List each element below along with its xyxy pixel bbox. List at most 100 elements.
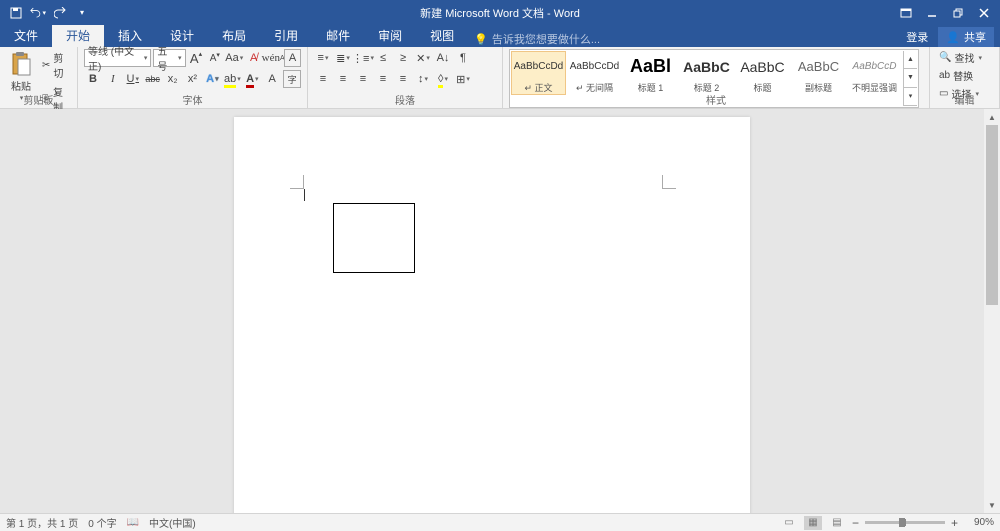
tab-view[interactable]: 视图 — [416, 24, 468, 47]
tab-layout[interactable]: 布局 — [208, 24, 260, 47]
increase-indent-button[interactable]: ≥ — [394, 49, 412, 67]
zoom-knob[interactable] — [899, 518, 905, 527]
proofing-icon[interactable]: 📖 — [127, 517, 139, 528]
zoom-level[interactable]: 90% — [964, 517, 994, 528]
group-label-paragraph: 段落 — [308, 92, 502, 107]
style-item-5[interactable]: AaBbC副标题 — [791, 51, 846, 95]
character-border-button[interactable]: A — [284, 49, 301, 67]
distributed-button[interactable]: ≡ — [394, 70, 412, 88]
word-count[interactable]: 0 个字 — [88, 515, 116, 530]
login-button[interactable]: 登录 — [898, 27, 936, 47]
style-scroll-up[interactable]: ▲ — [904, 51, 917, 69]
line-spacing-button[interactable]: ↕▾ — [414, 70, 432, 88]
ribbon-group-paragraph: ≡▾ ≣▾ ⋮≡▾ ≤ ≥ ✕▾ A↓ ¶ ≡ ≡ ≡ ≡ ≡ ↕▾ ◊▾ ⊞▾… — [308, 47, 503, 108]
rectangle-shape[interactable] — [333, 203, 415, 273]
read-mode-button[interactable]: ▭ — [780, 516, 798, 530]
align-left-button[interactable]: ≡ — [314, 70, 332, 88]
scissors-icon: ✂ — [42, 60, 50, 71]
numbering-button[interactable]: ≣▾ — [334, 49, 352, 67]
lightbulb-icon: 💡 — [474, 33, 488, 46]
ribbon-options-icon[interactable] — [894, 3, 918, 23]
enclose-characters-button[interactable]: 字 — [283, 70, 301, 88]
subscript-button[interactable]: x₂ — [164, 70, 182, 88]
font-name-combo[interactable]: 等线 (中文正)▾ — [84, 49, 151, 67]
tab-review[interactable]: 审阅 — [364, 24, 416, 47]
font-size-combo[interactable]: 五号▾ — [153, 49, 185, 67]
scroll-thumb[interactable] — [986, 125, 998, 305]
style-item-0[interactable]: AaBbCcDd↵ 正文 — [511, 51, 566, 95]
tab-mailings[interactable]: 邮件 — [312, 24, 364, 47]
zoom-slider[interactable] — [865, 521, 945, 524]
multilevel-list-button[interactable]: ⋮≡▾ — [354, 49, 372, 67]
save-icon[interactable] — [8, 5, 24, 21]
justify-button[interactable]: ≡ — [374, 70, 392, 88]
phonetic-guide-button[interactable]: wénA — [264, 49, 282, 67]
shrink-font-button[interactable]: A▾ — [206, 49, 223, 67]
ribbon-group-font: 等线 (中文正)▾ 五号▾ A▴ A▾ Aa▾ A̸ wénA A B I U▾… — [78, 47, 308, 108]
asian-layout-button[interactable]: ✕▾ — [414, 49, 432, 67]
text-effects-button[interactable]: A▾ — [203, 70, 221, 88]
tab-file[interactable]: 文件 — [0, 24, 52, 47]
zoom-out-button[interactable]: − — [852, 516, 859, 530]
align-center-button[interactable]: ≡ — [334, 70, 352, 88]
scroll-down-button[interactable]: ▼ — [984, 497, 1000, 513]
replace-button[interactable]: ab替换 — [936, 67, 985, 84]
align-right-button[interactable]: ≡ — [354, 70, 372, 88]
show-marks-button[interactable]: ¶ — [454, 49, 472, 67]
style-item-1[interactable]: AaBbCcDd↵ 无间隔 — [567, 51, 622, 95]
zoom-in-button[interactable]: + — [951, 516, 958, 530]
status-bar: 第 1 页，共 1 页 0 个字 📖 中文(中国) ▭ ▦ ▤ − + 90% — [0, 513, 1000, 531]
group-label-clipboard: 剪贴板 — [0, 92, 77, 107]
redo-icon[interactable] — [52, 5, 68, 21]
group-label-editing: 编辑 — [930, 92, 999, 107]
search-icon: 🔍 — [939, 52, 951, 63]
replace-icon: ab — [939, 70, 950, 81]
cursor-mark — [304, 189, 305, 201]
page-status[interactable]: 第 1 页，共 1 页 — [6, 515, 78, 530]
tell-me-search[interactable]: 💡告诉我您想要做什么... — [468, 31, 600, 47]
borders-button[interactable]: ⊞▾ — [454, 70, 472, 88]
document-area[interactable] — [0, 109, 984, 513]
strikethrough-button[interactable]: abc — [144, 70, 162, 88]
restore-icon[interactable] — [946, 3, 970, 23]
style-item-3[interactable]: AaBbC标题 2 — [679, 51, 734, 95]
highlight-color-button[interactable]: ab▾ — [223, 70, 241, 88]
cut-button[interactable]: ✂剪切 — [40, 49, 71, 81]
minimize-icon[interactable] — [920, 3, 944, 23]
decrease-indent-button[interactable]: ≤ — [374, 49, 392, 67]
style-item-2[interactable]: AaBl标题 1 — [623, 51, 678, 95]
window-controls — [894, 3, 1000, 23]
character-shading-button[interactable]: A — [263, 70, 281, 88]
share-button[interactable]: 👤共享 — [938, 27, 994, 47]
bullets-button[interactable]: ≡▾ — [314, 49, 332, 67]
font-color-button[interactable]: A▾ — [243, 70, 261, 88]
find-button[interactable]: 🔍查找▾ — [936, 49, 985, 66]
quick-access-toolbar: ▾ ▾ — [0, 5, 90, 21]
print-layout-button[interactable]: ▦ — [804, 516, 822, 530]
close-icon[interactable] — [972, 3, 996, 23]
grow-font-button[interactable]: A▴ — [188, 49, 205, 67]
web-layout-button[interactable]: ▤ — [828, 516, 846, 530]
tab-references[interactable]: 引用 — [260, 24, 312, 47]
style-item-4[interactable]: AaBbC标题 — [735, 51, 790, 95]
ribbon-group-clipboard: 粘贴 ▾ ✂剪切 ⎘复制 🖌格式刷 剪贴板 — [0, 47, 78, 108]
clear-formatting-button[interactable]: A̸ — [245, 49, 262, 67]
ribbon-group-styles: AaBbCcDd↵ 正文AaBbCcDd↵ 无间隔AaBl标题 1AaBbC标题… — [503, 47, 930, 108]
italic-button[interactable]: I — [104, 70, 122, 88]
qat-customize-icon[interactable]: ▾ — [74, 5, 90, 21]
undo-icon[interactable]: ▾ — [30, 5, 46, 21]
sort-button[interactable]: A↓ — [434, 49, 452, 67]
superscript-button[interactable]: x² — [184, 70, 202, 88]
shading-button[interactable]: ◊▾ — [434, 70, 452, 88]
paste-icon — [10, 51, 32, 77]
language-status[interactable]: 中文(中国) — [149, 515, 196, 530]
underline-button[interactable]: U▾ — [124, 70, 142, 88]
style-scroll-down[interactable]: ▼ — [904, 69, 917, 87]
scroll-up-button[interactable]: ▲ — [984, 109, 1000, 125]
change-case-button[interactable]: Aa▾ — [225, 49, 243, 67]
window-title: 新建 Microsoft Word 文档 - Word — [420, 5, 580, 21]
style-item-6[interactable]: AaBbCcD不明显强调 — [847, 51, 902, 95]
vertical-scrollbar[interactable]: ▲ ▼ — [984, 109, 1000, 513]
document-page[interactable] — [234, 117, 750, 513]
bold-button[interactable]: B — [84, 70, 102, 88]
